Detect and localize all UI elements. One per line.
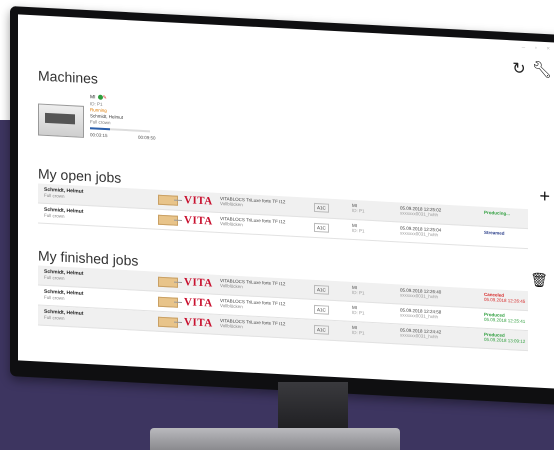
row-user-cell: Schmidt, Helmut Full crown [44, 309, 134, 325]
machine-total: 00:09:50 [138, 134, 156, 141]
machine-elapsed: 00:03:15 [90, 132, 108, 139]
row-user-cell: Schmidt, Helmut Full crown [44, 289, 134, 305]
row-restoration: Full crown [44, 314, 65, 321]
row-status-cell: Streamed [484, 230, 505, 236]
row-status-time: 05.09.2018 12:25:41 [484, 316, 526, 325]
row-job-id: xxxxxxx0031_hxhh [400, 292, 439, 300]
machine-id: ID: P1 [90, 101, 103, 107]
row-date-cell: 05.09.2018 12:25:04 xxxxxxx0031_hxhh [400, 225, 441, 237]
trash-icon[interactable]: 🗑︎ [530, 271, 548, 289]
machine-name: MI [90, 94, 96, 101]
row-job-id: xxxxxxx0031_hxhh [400, 210, 439, 218]
row-machine-id: ID: P1 [352, 309, 365, 316]
row-brand: VITA [184, 276, 213, 290]
row-job-id: xxxxxxx0031_hxhh [400, 312, 439, 320]
row-restoration: Full crown [44, 294, 65, 301]
row-machine-id: ID: P1 [352, 329, 365, 336]
row-restoration: Full crown [44, 212, 65, 219]
row-machine-cell: MI ID: P1 [352, 325, 365, 336]
row-material-cell: VITABLOCS TriLuxe forte TF I12 Vollblöcke… [220, 318, 300, 332]
row-shade: A1C [314, 222, 329, 233]
row-status-time: 05.09.2018 12:26:45 [484, 296, 526, 305]
machine-progress-bar [90, 127, 150, 133]
row-machine-cell: MI ID: P1 [352, 223, 365, 234]
row-job-id: xxxxxxx0031_hxhh [400, 230, 439, 238]
row-brand: VITA [184, 214, 213, 228]
finished-jobs-table: Schmidt, Helmut Full crown VITA VITABLOCS T… [38, 265, 528, 352]
row-date-cell: 05.09.2018 12:25:02 xxxxxxx0031_hxhh [400, 205, 441, 217]
window-controls[interactable]: – ▫ × [522, 45, 554, 53]
row-machine-cell: MI ID: P1 [352, 285, 365, 296]
material-block-icon [158, 276, 178, 288]
row-date-cell: 05.09.2018 12:26:40 xxxxxxx0031_hxhh [400, 287, 441, 299]
row-shade: A1C [314, 202, 329, 213]
row-date-cell: 05.09.2018 12:24:58 xxxxxxx0031_hxhh [400, 307, 441, 319]
row-status-cell: Produced 05.09.2018 12:25:41 [484, 312, 525, 324]
row-status: Streamed [484, 229, 505, 236]
row-restoration: Full crown [44, 192, 65, 199]
machine-card[interactable]: MI ✎ ID: P1 Running Schmidt, Helmut Full … [38, 87, 188, 165]
row-status: Producing... [484, 209, 511, 217]
row-shade: A1C [314, 324, 329, 335]
row-material-cell: VITABLOCS TriLuxe forte TF I12 Vollblöcke… [220, 278, 300, 292]
material-block-icon [158, 214, 178, 226]
material-block-icon [158, 194, 178, 206]
monitor: – ▫ × ↻ 🔧︎ Machines MI ✎ ID: P1 Running Sc… [10, 6, 554, 406]
row-shade: A1C [314, 304, 329, 315]
material-block-icon [158, 296, 178, 308]
monitor-stand-neck [278, 382, 348, 434]
row-brand: VITA [184, 316, 213, 330]
row-machine-id: ID: P1 [352, 207, 365, 214]
plus-icon[interactable]: + [539, 186, 550, 208]
row-status-cell: Producing... [484, 210, 510, 216]
row-machine-id: ID: P1 [352, 289, 365, 296]
wrench-icon[interactable]: 🔧︎ [532, 61, 552, 79]
row-job-id: xxxxxxx0031_hxhh [400, 332, 439, 340]
row-machine-id: ID: P1 [352, 227, 365, 234]
machine-status: Running [90, 107, 107, 114]
row-restoration: Full crown [44, 274, 65, 281]
row-brand: VITA [184, 194, 213, 208]
open-jobs-heading: My open jobs [38, 165, 122, 186]
monitor-stand-base [150, 428, 400, 450]
row-brand: VITA [184, 296, 213, 310]
row-machine-cell: MI ID: P1 [352, 305, 365, 316]
row-machine-cell: MI ID: P1 [352, 203, 365, 214]
row-material-cell: VITABLOCS TriLuxe forte TF I12 Vollblöcke… [220, 298, 300, 312]
refresh-icon[interactable]: ↻ [512, 60, 525, 78]
machine-restoration: Full crown [90, 119, 111, 126]
row-date-cell: 05.09.2018 12:24:42 xxxxxxx0031_hxhh [400, 327, 441, 339]
toolbar: ↻ 🔧︎ [506, 58, 552, 80]
pencil-icon[interactable]: ✎ [103, 95, 107, 101]
row-material-cell: VITABLOCS TriLuxe forte TF I12 Vollblöcke… [220, 216, 300, 230]
row-user-cell: Schmidt, Helmut Full crown [44, 269, 134, 285]
row-user-cell: Schmidt, Helmut Full crown [44, 187, 134, 203]
material-block-icon [158, 316, 178, 328]
machines-heading: Machines [38, 67, 98, 87]
app-window: – ▫ × ↻ 🔧︎ Machines MI ✎ ID: P1 Running Sc… [18, 14, 554, 389]
row-material-cell: VITABLOCS TriLuxe forte TF I12 Vollblöcke… [220, 196, 300, 210]
row-user-cell: Schmidt, Helmut Full crown [44, 207, 134, 223]
open-jobs-table: Schmidt, Helmut Full crown VITA VITABLOCS T… [38, 183, 528, 250]
row-shade: A1C [314, 284, 329, 295]
row-status-cell: Produced 05.09.2018 13:09:12 [484, 332, 525, 344]
machine-image [38, 103, 84, 138]
row-status-time: 05.09.2018 13:09:12 [484, 336, 526, 345]
row-status-cell: Canceled 05.09.2018 12:26:45 [484, 292, 525, 304]
machine-progress-fill [90, 127, 110, 131]
